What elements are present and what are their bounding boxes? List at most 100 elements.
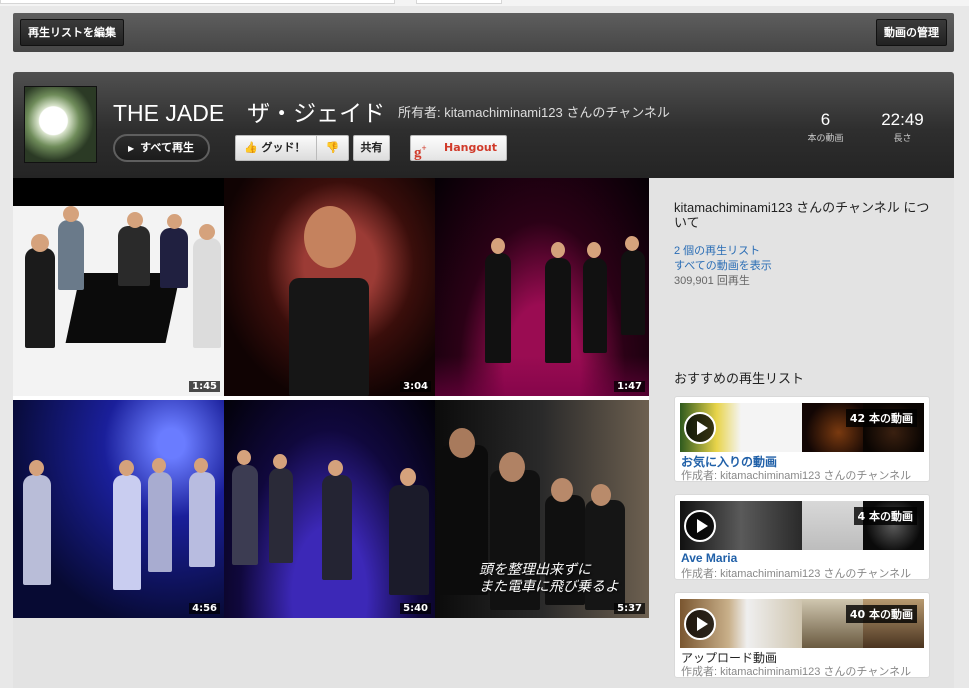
video-duration: 5:40 — [400, 603, 431, 614]
figure — [621, 250, 645, 335]
total-duration: 22:49 — [881, 110, 924, 129]
figure-head — [551, 242, 565, 258]
figure-head — [31, 234, 49, 252]
play-icon — [684, 412, 716, 444]
recommended-playlists-title: おすすめの再生リスト — [674, 371, 805, 386]
figure-head — [625, 236, 639, 251]
video-thumbnail-4[interactable]: 4:56 — [13, 400, 224, 618]
play-arrow-icon: ▶ — [128, 144, 135, 153]
playlist-video-count: 4 本の動画 — [853, 507, 917, 525]
playlist-toolbar: 再生リストを編集 動画の管理 — [13, 13, 954, 52]
video-duration: 5:37 — [614, 603, 645, 614]
video-thumbnail-3[interactable]: 1:47 — [435, 178, 649, 396]
playlist-card-author: 作成者: kitamachiminami123 さんのチャンネル — [681, 568, 912, 580]
top-tab-right — [416, 0, 502, 4]
figure — [389, 485, 429, 595]
play-icon — [684, 510, 716, 542]
video-thumbnail-6[interactable]: 頭を整理出来ずに また電車に飛び乗るよ 5:37 — [435, 400, 649, 618]
edit-playlist-button[interactable]: 再生リストを編集 — [20, 19, 124, 46]
play-all-button[interactable]: ▶ すべて再生 — [113, 134, 210, 162]
video-subtitle: 頭を整理出来ずに また電車に飛び乗るよ — [479, 562, 619, 596]
figure — [289, 278, 369, 396]
share-button[interactable]: 共有 — [353, 135, 390, 161]
recommended-playlist-card[interactable]: 4 本の動画 Ave Maria 作成者: kitamachiminami123… — [674, 494, 930, 580]
subtitle-line-1: 頭を整理出来ずに — [479, 562, 591, 578]
figure — [269, 468, 293, 563]
figure-head — [587, 242, 601, 258]
figure — [148, 472, 172, 572]
figure-head — [63, 206, 79, 222]
figure-head — [167, 214, 182, 229]
figure-head — [491, 238, 505, 254]
figure-head — [237, 450, 251, 465]
figure-head — [273, 454, 287, 469]
all-videos-link[interactable]: すべての動画を表示 — [674, 259, 772, 274]
video-grid: 1:45 3:04 1:47 4:56 5:40 頭を整理出来ずに また電車に飛… — [13, 178, 649, 618]
figure — [583, 258, 607, 353]
recommended-playlist-card[interactable]: 42 本の動画 お気に入りの動画 作成者: kitamachiminami123… — [674, 396, 930, 482]
hangout-button[interactable]: g+ Hangout — [410, 135, 507, 161]
like-button[interactable]: 👍 グッド！ — [235, 135, 317, 161]
figure — [118, 226, 150, 286]
playlist-card-author: 作成者: kitamachiminami123 さんのチャンネル — [681, 470, 912, 482]
playlist-preview-strip: 42 本の動画 — [680, 403, 924, 452]
figure — [485, 253, 511, 363]
video-thumbnail-5[interactable]: 5:40 — [224, 400, 435, 618]
figure-head — [304, 206, 356, 268]
playlist-title: THE JADE ザ・ジェイド — [113, 100, 386, 126]
figure-head — [591, 484, 611, 506]
playlist-header: THE JADE ザ・ジェイド 所有者: kitamachiminami123 … — [13, 72, 954, 178]
playlist-video-count: 42 本の動画 — [845, 409, 917, 427]
duration-stat: 22:49 長さ — [875, 110, 930, 144]
figure-head — [551, 478, 573, 502]
recommended-playlist-card[interactable]: 40 本の動画 アップロード動画 作成者: kitamachiminami123… — [674, 592, 930, 678]
figure — [545, 258, 571, 363]
video-thumbnail-1[interactable]: 1:45 — [13, 178, 224, 396]
like-label: グッド！ — [261, 141, 306, 154]
video-duration: 1:47 — [614, 381, 645, 392]
figure — [58, 220, 84, 290]
figure — [193, 238, 221, 348]
playlist-thumbnail[interactable] — [24, 86, 97, 163]
playlist-owner[interactable]: 所有者: kitamachiminami123 さんのチャンネル — [398, 102, 670, 121]
figure-head — [328, 460, 343, 476]
like-share-group: 👍 グッド！ 👎 共有 — [235, 135, 390, 161]
figure — [232, 465, 258, 565]
figure-head — [400, 468, 416, 486]
playlist-video-count: 40 本の動画 — [845, 605, 917, 623]
thumbs-up-icon: 👍 — [244, 141, 258, 154]
figure-head — [119, 460, 134, 476]
playlists-link[interactable]: 2 個の再生リスト — [674, 244, 772, 259]
figure — [322, 475, 352, 580]
figure-head — [499, 452, 525, 482]
video-duration: 3:04 — [400, 381, 431, 392]
video-count: 6 — [820, 110, 831, 129]
figure-head — [152, 458, 166, 473]
video-count-label: 本の動画 — [807, 134, 844, 144]
figure — [23, 475, 51, 585]
video-duration: 4:56 — [189, 603, 220, 614]
playlist-card-title[interactable]: Ave Maria — [681, 551, 737, 565]
google-plus-icon: g+ — [414, 143, 427, 161]
figure-head — [199, 224, 215, 240]
duration-label: 長さ — [893, 134, 912, 144]
figure — [189, 472, 215, 567]
video-count-stat: 6 本の動画 — [803, 110, 848, 144]
playlist-panel: THE JADE ザ・ジェイド 所有者: kitamachiminami123 … — [13, 72, 954, 688]
dislike-button[interactable]: 👎 — [317, 135, 349, 161]
figure-head — [194, 458, 208, 473]
channel-about-title: kitamachiminami123 さんのチャンネル について — [674, 200, 930, 230]
figure-head — [29, 460, 44, 476]
video-duration: 1:45 — [189, 381, 220, 392]
subtitle-line-2: また電車に飛び乗るよ — [479, 579, 619, 595]
playlist-preview-strip: 4 本の動画 — [680, 501, 924, 550]
figure — [25, 248, 55, 348]
top-tab-left — [0, 0, 395, 4]
thumbs-down-icon: 👎 — [325, 141, 340, 154]
manage-videos-button[interactable]: 動画の管理 — [876, 19, 947, 46]
hangout-label: Hangout — [444, 141, 497, 154]
figure — [160, 228, 188, 288]
figure-head — [127, 212, 143, 228]
channel-links: 2 個の再生リスト すべての動画を表示 309,901 回再生 — [674, 244, 772, 289]
video-thumbnail-2[interactable]: 3:04 — [224, 178, 435, 396]
